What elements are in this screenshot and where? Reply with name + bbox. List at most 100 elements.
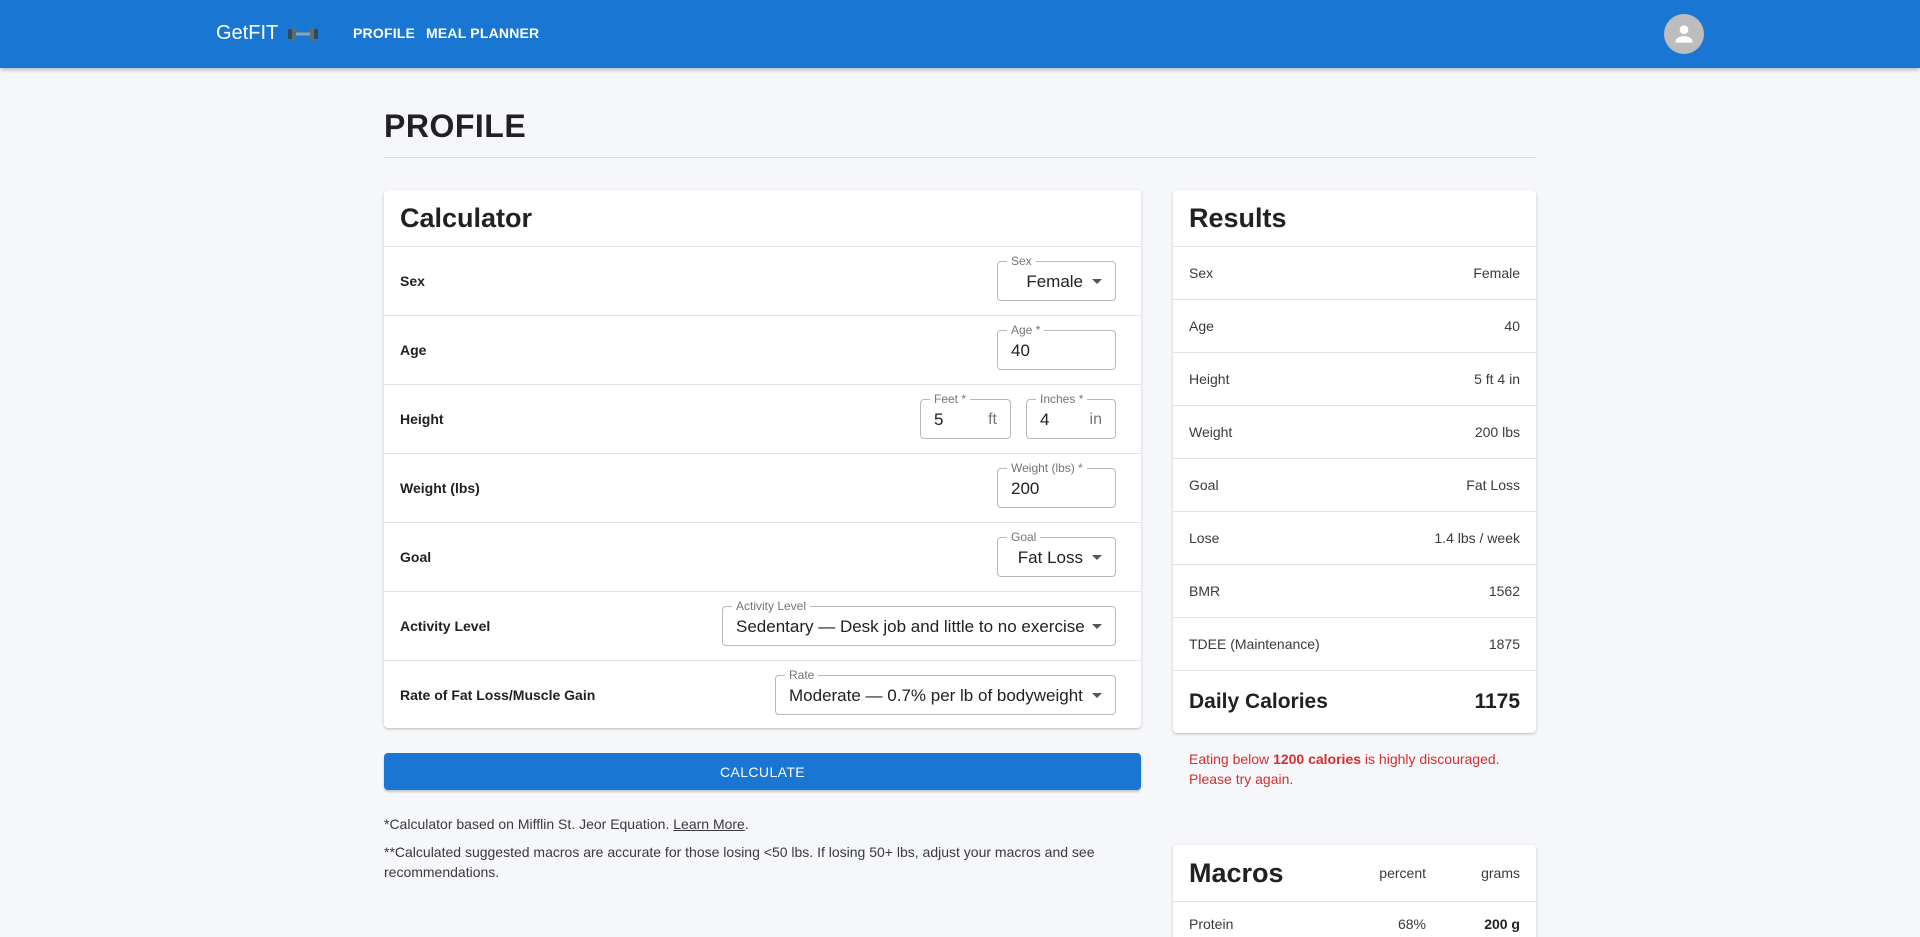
daily-calories-row: Daily Calories 1175: [1173, 671, 1536, 733]
account-icon: [1675, 25, 1693, 43]
age-field-label: Age *: [1007, 323, 1045, 337]
rate-label: Rate of Fat Loss/Muscle Gain: [400, 687, 596, 703]
sex-select[interactable]: Sex Female: [997, 254, 1116, 301]
daily-calories-label: Daily Calories: [1189, 690, 1328, 713]
feet-unit: ft: [988, 411, 997, 428]
inches-input[interactable]: Inches * 4 in: [1026, 392, 1116, 439]
sex-field-label: Sex: [1007, 254, 1036, 268]
goal-label: Goal: [400, 549, 432, 565]
height-label: Height: [400, 411, 444, 427]
rate-field-label: Rate: [785, 668, 819, 682]
goal-field-label: Goal: [1007, 530, 1041, 544]
inches-unit: in: [1089, 411, 1102, 428]
age-row: Age Age * 40: [384, 316, 1141, 385]
result-value: Fat Loss: [1466, 477, 1520, 493]
chevron-down-icon: [1092, 555, 1102, 560]
result-row-height: Height 5 ft 4 in: [1173, 353, 1536, 406]
activity-select[interactable]: Activity Level Sedentary — Desk job and …: [722, 599, 1116, 646]
macro-percent: 68%: [1397, 916, 1426, 932]
result-row-tdee: TDEE (Maintenance) 1875: [1173, 618, 1536, 671]
dumbbell-icon: [288, 26, 319, 41]
inches-value: 4: [1040, 410, 1050, 429]
weight-field-label: Weight (lbs) *: [1007, 461, 1087, 475]
rate-row: Rate of Fat Loss/Muscle Gain Rate Modera…: [384, 661, 1141, 728]
results-title: Results: [1189, 202, 1287, 233]
goal-value: Fat Loss: [1017, 548, 1083, 567]
macros-note: **Calculated suggested macros are accura…: [384, 844, 1095, 880]
age-value: 40: [1011, 341, 1030, 360]
avatar[interactable]: [1664, 14, 1704, 54]
goal-row: Goal Goal Fat Loss: [384, 523, 1141, 592]
result-value: 200 lbs: [1474, 424, 1520, 440]
age-input[interactable]: Age * 40: [997, 323, 1116, 370]
macros-percent-header: percent: [1379, 865, 1426, 881]
weight-row: Weight (lbs) Weight (lbs) * 200: [384, 454, 1141, 523]
result-label: BMR: [1189, 583, 1221, 599]
result-value: 40: [1504, 318, 1520, 334]
result-value: 1562: [1488, 583, 1520, 599]
results-card: Results Sex Female Age 40 Height 5 ft 4 in …: [1173, 190, 1536, 733]
goal-select[interactable]: Goal Fat Loss: [997, 530, 1116, 577]
result-label: Height: [1189, 371, 1230, 387]
macros-grams-header: grams: [1481, 865, 1520, 881]
calculator-card: Calculator Sex Sex Female Age Age * 40 H…: [384, 190, 1141, 728]
app-bar: GetFIT PROFILE MEAL PLANNER: [0, 0, 1920, 68]
result-row-weight: Weight 200 lbs: [1173, 406, 1536, 459]
height-row: Height Feet * 5 ft Inches * 4 in: [384, 385, 1141, 454]
result-label: Weight: [1189, 424, 1233, 440]
daily-calories-value: 1175: [1474, 690, 1520, 713]
feet-input[interactable]: Feet * 5 ft: [920, 392, 1011, 439]
result-value: Female: [1473, 265, 1520, 281]
feet-field-label: Feet *: [930, 392, 971, 406]
result-value: 1.4 lbs / week: [1434, 530, 1520, 546]
chevron-down-icon: [1092, 279, 1102, 284]
nav-profile[interactable]: PROFILE: [353, 25, 415, 41]
learn-more-link[interactable]: Learn More: [673, 816, 745, 832]
warning-pre: Eating below: [1189, 751, 1274, 767]
result-value: 1875: [1488, 636, 1520, 652]
rate-select[interactable]: Rate Moderate — 0.7% per lb of bodyweigh…: [775, 668, 1116, 715]
chevron-down-icon: [1092, 624, 1102, 629]
result-row-goal: Goal Fat Loss: [1173, 459, 1536, 512]
inches-field-label: Inches *: [1036, 392, 1088, 406]
activity-label: Activity Level: [400, 618, 491, 634]
calculator-title: Calculator: [400, 202, 533, 233]
result-label: Goal: [1189, 477, 1219, 493]
rate-value: Moderate — 0.7% per lb of bodyweight: [789, 686, 1083, 705]
result-row-bmr: BMR 1562: [1173, 565, 1536, 618]
page-title: PROFILE: [384, 108, 527, 144]
brand-logo[interactable]: GetFIT: [216, 22, 320, 45]
nav-meal-planner[interactable]: MEAL PLANNER: [426, 25, 539, 41]
activity-row: Activity Level Activity Level Sedentary …: [384, 592, 1141, 661]
sex-label: Sex: [400, 273, 425, 289]
warning-bold: 1200 calories: [1273, 751, 1362, 767]
chevron-down-icon: [1092, 693, 1102, 698]
macro-grams: 200 g: [1484, 916, 1520, 932]
age-label: Age: [400, 342, 427, 358]
weight-input[interactable]: Weight (lbs) * 200: [997, 461, 1116, 508]
result-row-sex: Sex Female: [1173, 247, 1536, 300]
macros-card: Macros percent grams Protein 68% 200 g: [1173, 845, 1536, 937]
result-value: 5 ft 4 in: [1474, 371, 1520, 387]
activity-value: Sedentary — Desk job and little to no ex…: [736, 617, 1085, 636]
result-label: Age: [1189, 318, 1214, 334]
weight-value: 200: [1011, 479, 1040, 498]
result-row-lose: Lose 1.4 lbs / week: [1173, 512, 1536, 565]
brand-name: GetFIT: [216, 22, 279, 44]
result-label: Lose: [1189, 530, 1220, 546]
feet-value: 5: [934, 410, 944, 429]
result-label: TDEE (Maintenance): [1189, 636, 1320, 652]
macro-name: Protein: [1189, 916, 1234, 932]
sex-row: Sex Sex Female: [384, 247, 1141, 316]
calorie-warning: Eating below 1200 calories is highly dis…: [1189, 749, 1529, 789]
activity-field-label: Activity Level: [732, 599, 811, 613]
equation-note-end: .: [744, 816, 749, 832]
equation-note: *Calculator based on Mifflin St. Jeor Eq…: [384, 814, 1141, 834]
result-row-age: Age 40: [1173, 300, 1536, 353]
result-label: Sex: [1189, 265, 1214, 281]
title-divider: [384, 157, 1536, 158]
calculate-button[interactable]: CALCULATE: [384, 753, 1141, 790]
macros-title: Macros: [1189, 857, 1284, 888]
equation-note-text: *Calculator based on Mifflin St. Jeor Eq…: [384, 816, 670, 832]
macro-row-protein: Protein 68% 200 g: [1173, 902, 1536, 937]
